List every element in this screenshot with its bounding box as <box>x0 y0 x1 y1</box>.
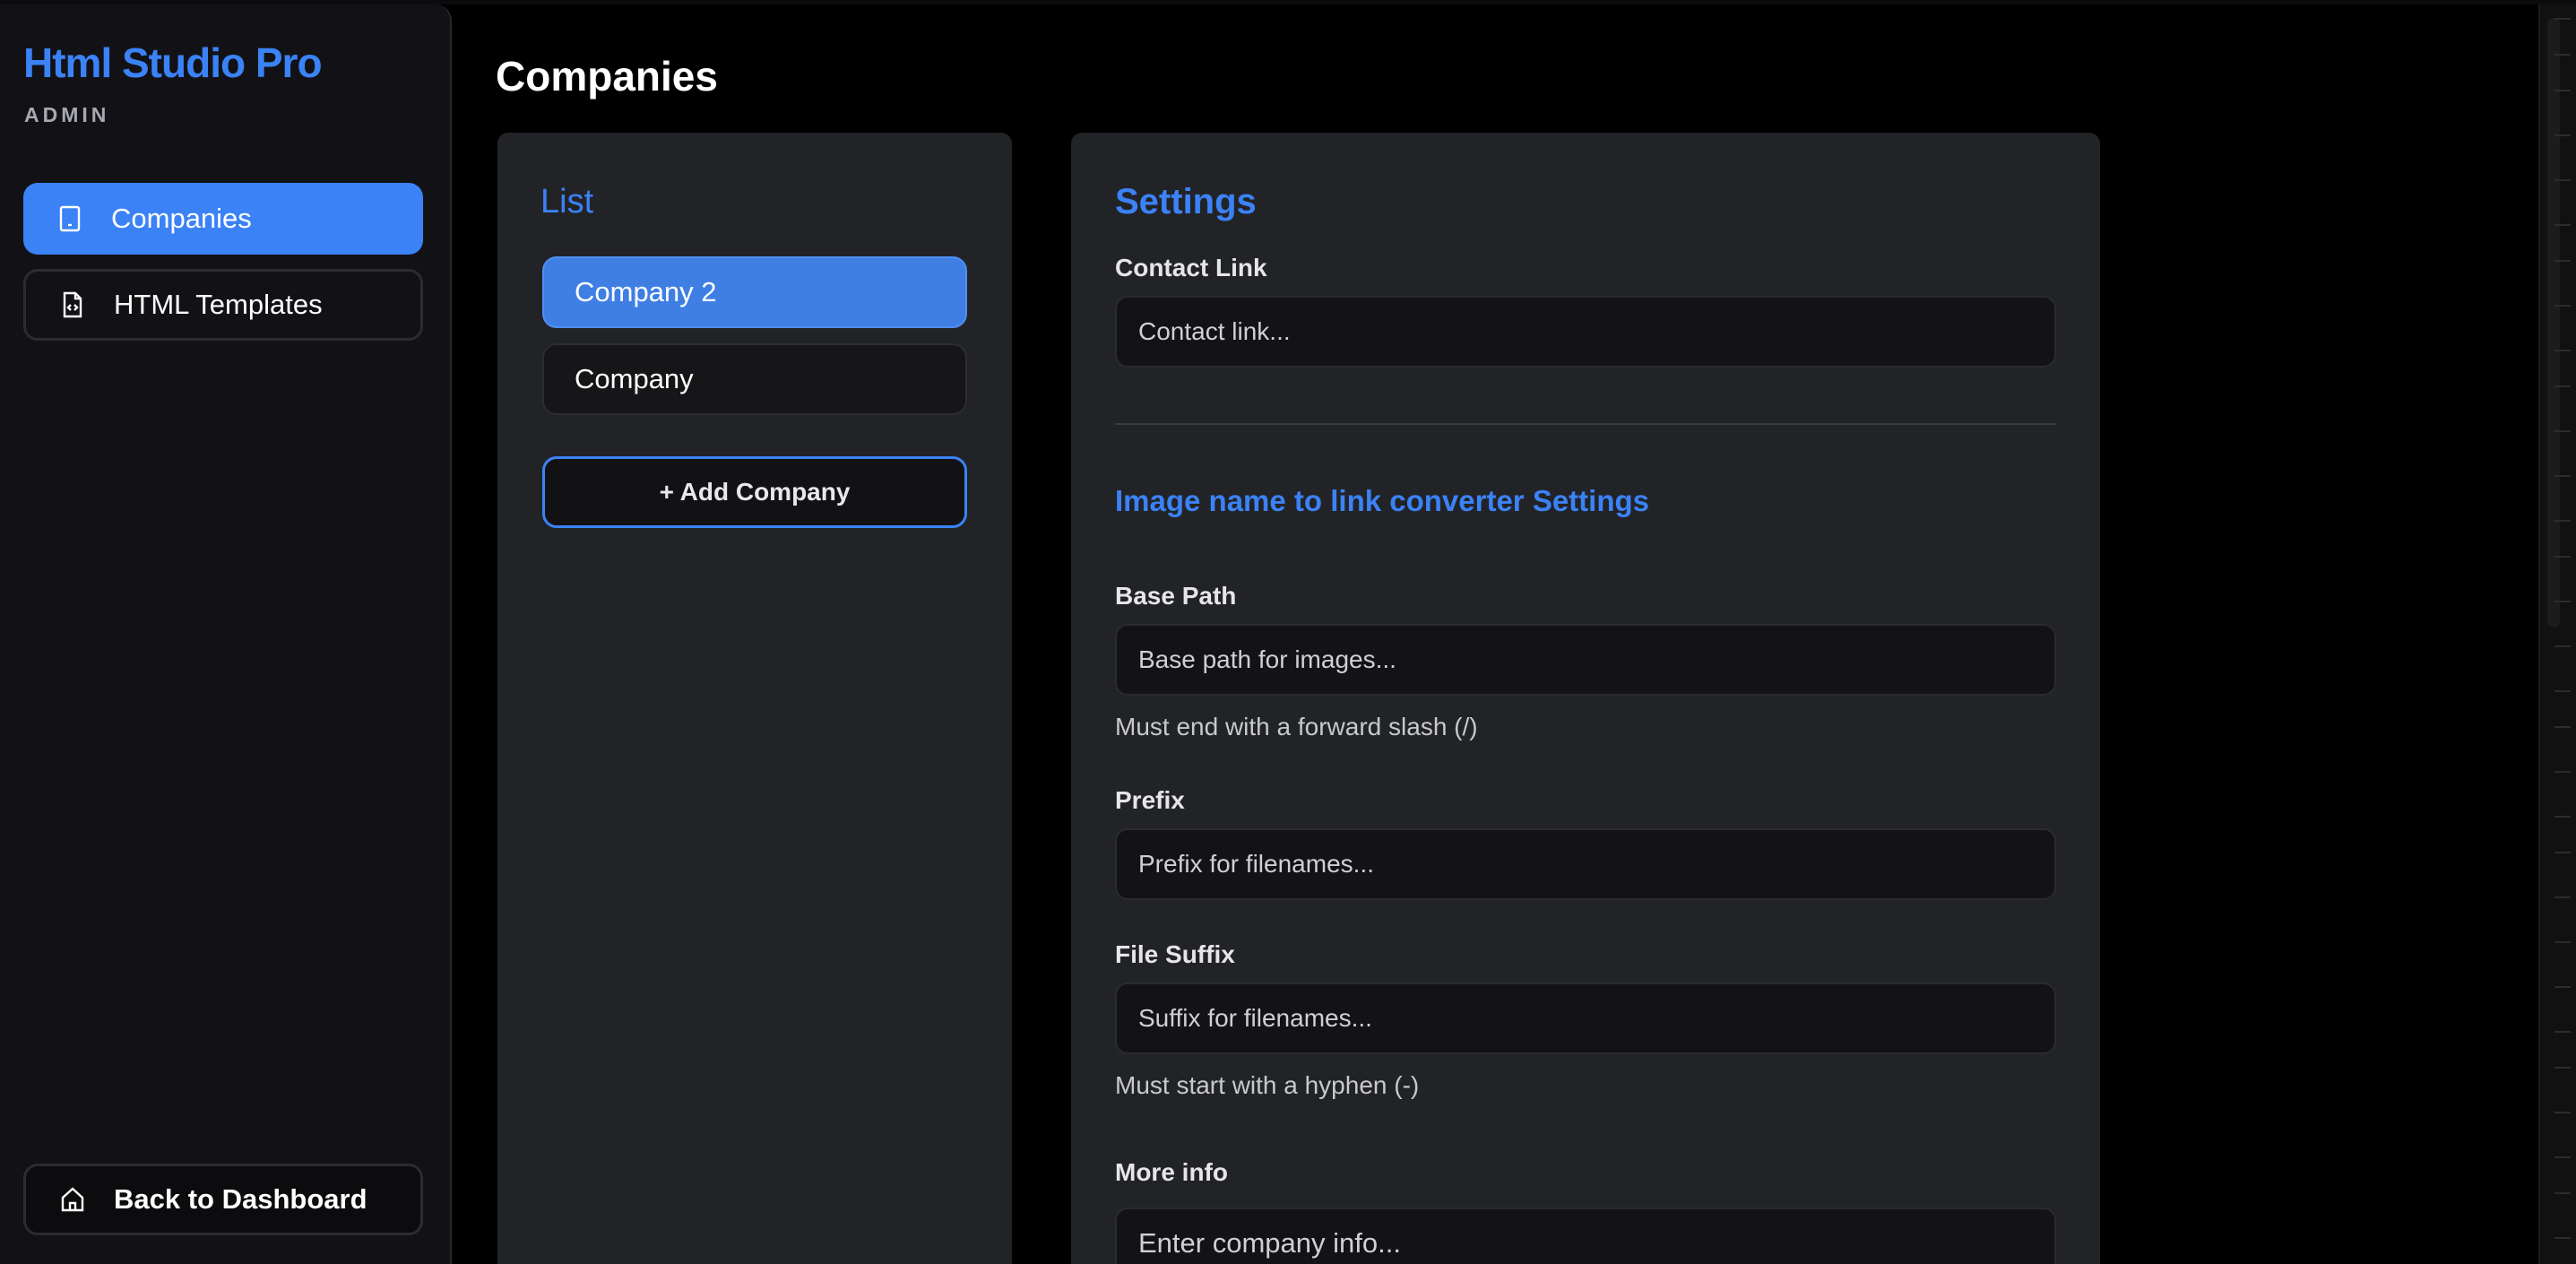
settings-heading: Settings <box>1115 182 1257 221</box>
sidebar-item-label: Companies <box>111 203 252 234</box>
prefix-input[interactable] <box>1115 828 2056 900</box>
scroll-tick <box>2554 1067 2571 1069</box>
list-heading: List <box>540 183 594 221</box>
scroll-tick <box>2554 1031 2571 1033</box>
contact-link-input[interactable] <box>1115 296 2056 368</box>
scroll-tick <box>2554 305 2571 307</box>
scroll-tick <box>2554 350 2571 351</box>
more-info-label: More info <box>1115 1158 1228 1186</box>
company-list-panel: List Company 2 Company + Add Company <box>497 133 1012 1264</box>
scroll-tick <box>2554 601 2571 602</box>
back-label: Back to Dashboard <box>114 1183 367 1215</box>
file-suffix-input[interactable] <box>1115 983 2056 1054</box>
scroll-tick <box>2554 852 2571 853</box>
scroll-tick <box>2554 690 2571 692</box>
base-path-label: Base Path <box>1115 582 1237 610</box>
scroll-tick <box>2554 475 2571 477</box>
settings-panel: Settings Contact Link Image name to link… <box>1071 133 2100 1264</box>
home-icon <box>60 1185 85 1214</box>
scroll-tick <box>2554 224 2571 226</box>
sidebar: Html Studio Pro ADMIN Companies HTML Tem… <box>0 4 452 1264</box>
building-icon <box>57 204 82 233</box>
brand-title: Html Studio Pro <box>23 39 323 86</box>
scroll-tick <box>2554 179 2571 181</box>
scroll-tick <box>2554 54 2571 56</box>
scroll-tick <box>2554 520 2571 522</box>
sidebar-item-label: HTML Templates <box>114 289 323 320</box>
scroll-tick <box>2554 771 2571 773</box>
scroll-tick <box>2554 816 2571 818</box>
scroll-tick <box>2554 1112 2571 1113</box>
base-path-hint: Must end with a forward slash (/) <box>1115 713 1478 740</box>
scroll-tick <box>2554 1192 2571 1194</box>
company-item[interactable]: Company <box>542 343 967 415</box>
add-company-button[interactable]: + Add Company <box>542 456 967 528</box>
more-info-input[interactable] <box>1115 1208 2056 1264</box>
file-code-icon <box>60 290 85 319</box>
scroll-tick <box>2554 18 2571 20</box>
sidebar-item-html-templates[interactable]: HTML Templates <box>23 269 423 341</box>
base-path-input[interactable] <box>1115 624 2056 696</box>
scroll-tick <box>2554 1237 2571 1239</box>
scroll-tick <box>2554 430 2571 432</box>
scroll-tick <box>2554 556 2571 558</box>
scrollbar-thumb[interactable] <box>2547 18 2560 628</box>
scroll-tick <box>2554 941 2571 943</box>
scroll-tick <box>2554 385 2571 387</box>
scroll-tick <box>2554 134 2571 136</box>
company-item-selected[interactable]: Company 2 <box>542 256 967 328</box>
prefix-label: Prefix <box>1115 786 1185 814</box>
scroll-tick <box>2554 986 2571 988</box>
converter-section-title: Image name to link converter Settings <box>1115 484 1649 517</box>
sidebar-item-companies[interactable]: Companies <box>23 183 423 255</box>
brand-role: ADMIN <box>24 103 110 126</box>
back-to-dashboard-button[interactable]: Back to Dashboard <box>23 1164 423 1235</box>
file-suffix-label: File Suffix <box>1115 940 1235 968</box>
scroll-tick <box>2554 645 2571 647</box>
scroll-tick <box>2554 896 2571 898</box>
divider <box>1115 423 2056 425</box>
page-title: Companies <box>496 53 718 100</box>
file-suffix-hint: Must start with a hyphen (-) <box>1115 1071 1420 1099</box>
scroll-tick <box>2554 726 2571 728</box>
scroll-tick <box>2554 1156 2571 1158</box>
contact-link-label: Contact Link <box>1115 254 1267 281</box>
scroll-tick <box>2554 90 2571 91</box>
scroll-tick <box>2554 260 2571 262</box>
